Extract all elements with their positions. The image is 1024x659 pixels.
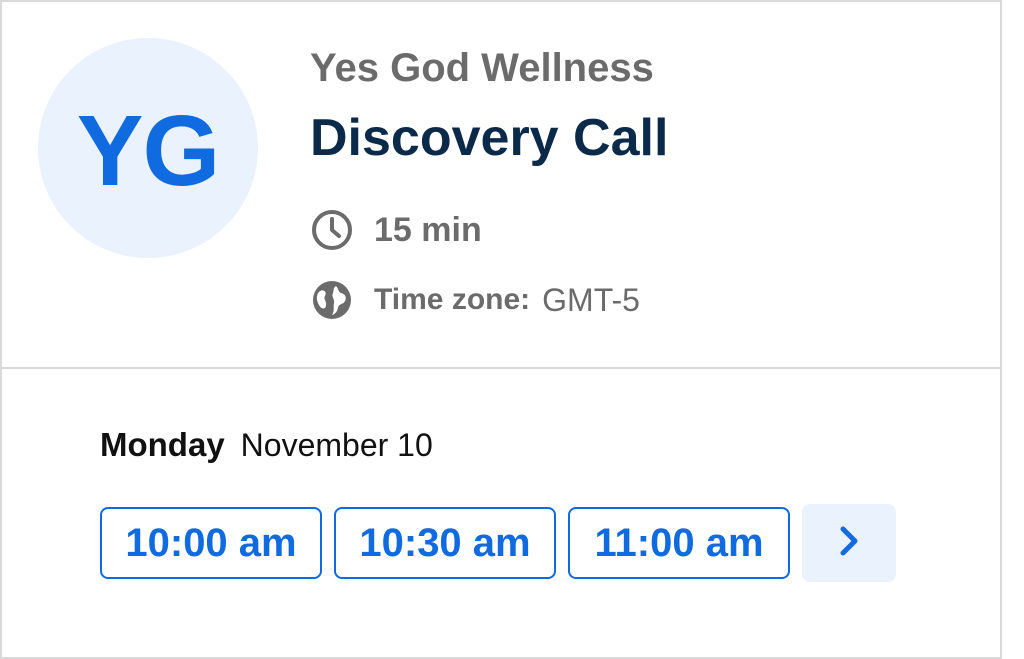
- event-title: Discovery Call: [310, 109, 669, 167]
- duration-row: 15 min: [310, 208, 482, 252]
- timezone-label: Time zone:: [374, 283, 531, 316]
- time-slot-button[interactable]: 10:30 am: [334, 507, 556, 579]
- booking-card: YG Yes God Wellness Discovery Call 15 mi…: [0, 0, 1002, 659]
- timezone-value: GMT-5: [542, 281, 640, 318]
- time-slot-button[interactable]: 11:00 am: [568, 507, 790, 579]
- date-label: November 10: [240, 427, 433, 463]
- day-label: Monday: [100, 426, 225, 463]
- event-header: YG Yes God Wellness Discovery Call 15 mi…: [2, 2, 1000, 369]
- avatar-initials: YG: [76, 95, 220, 207]
- time-slot-list: 10:00 am 10:30 am 11:00 am: [100, 504, 896, 582]
- selected-date: Monday November 10: [100, 426, 433, 464]
- clock-icon: [310, 208, 354, 252]
- chevron-right-icon: [834, 523, 864, 564]
- avatar: YG: [38, 38, 258, 258]
- organizer-name: Yes God Wellness: [310, 46, 654, 90]
- next-slots-button[interactable]: [802, 504, 896, 582]
- duration-text: 15 min: [374, 210, 482, 249]
- globe-icon: [310, 278, 354, 322]
- timezone-row: Time zone: GMT-5: [310, 278, 640, 322]
- time-slot-button[interactable]: 10:00 am: [100, 507, 322, 579]
